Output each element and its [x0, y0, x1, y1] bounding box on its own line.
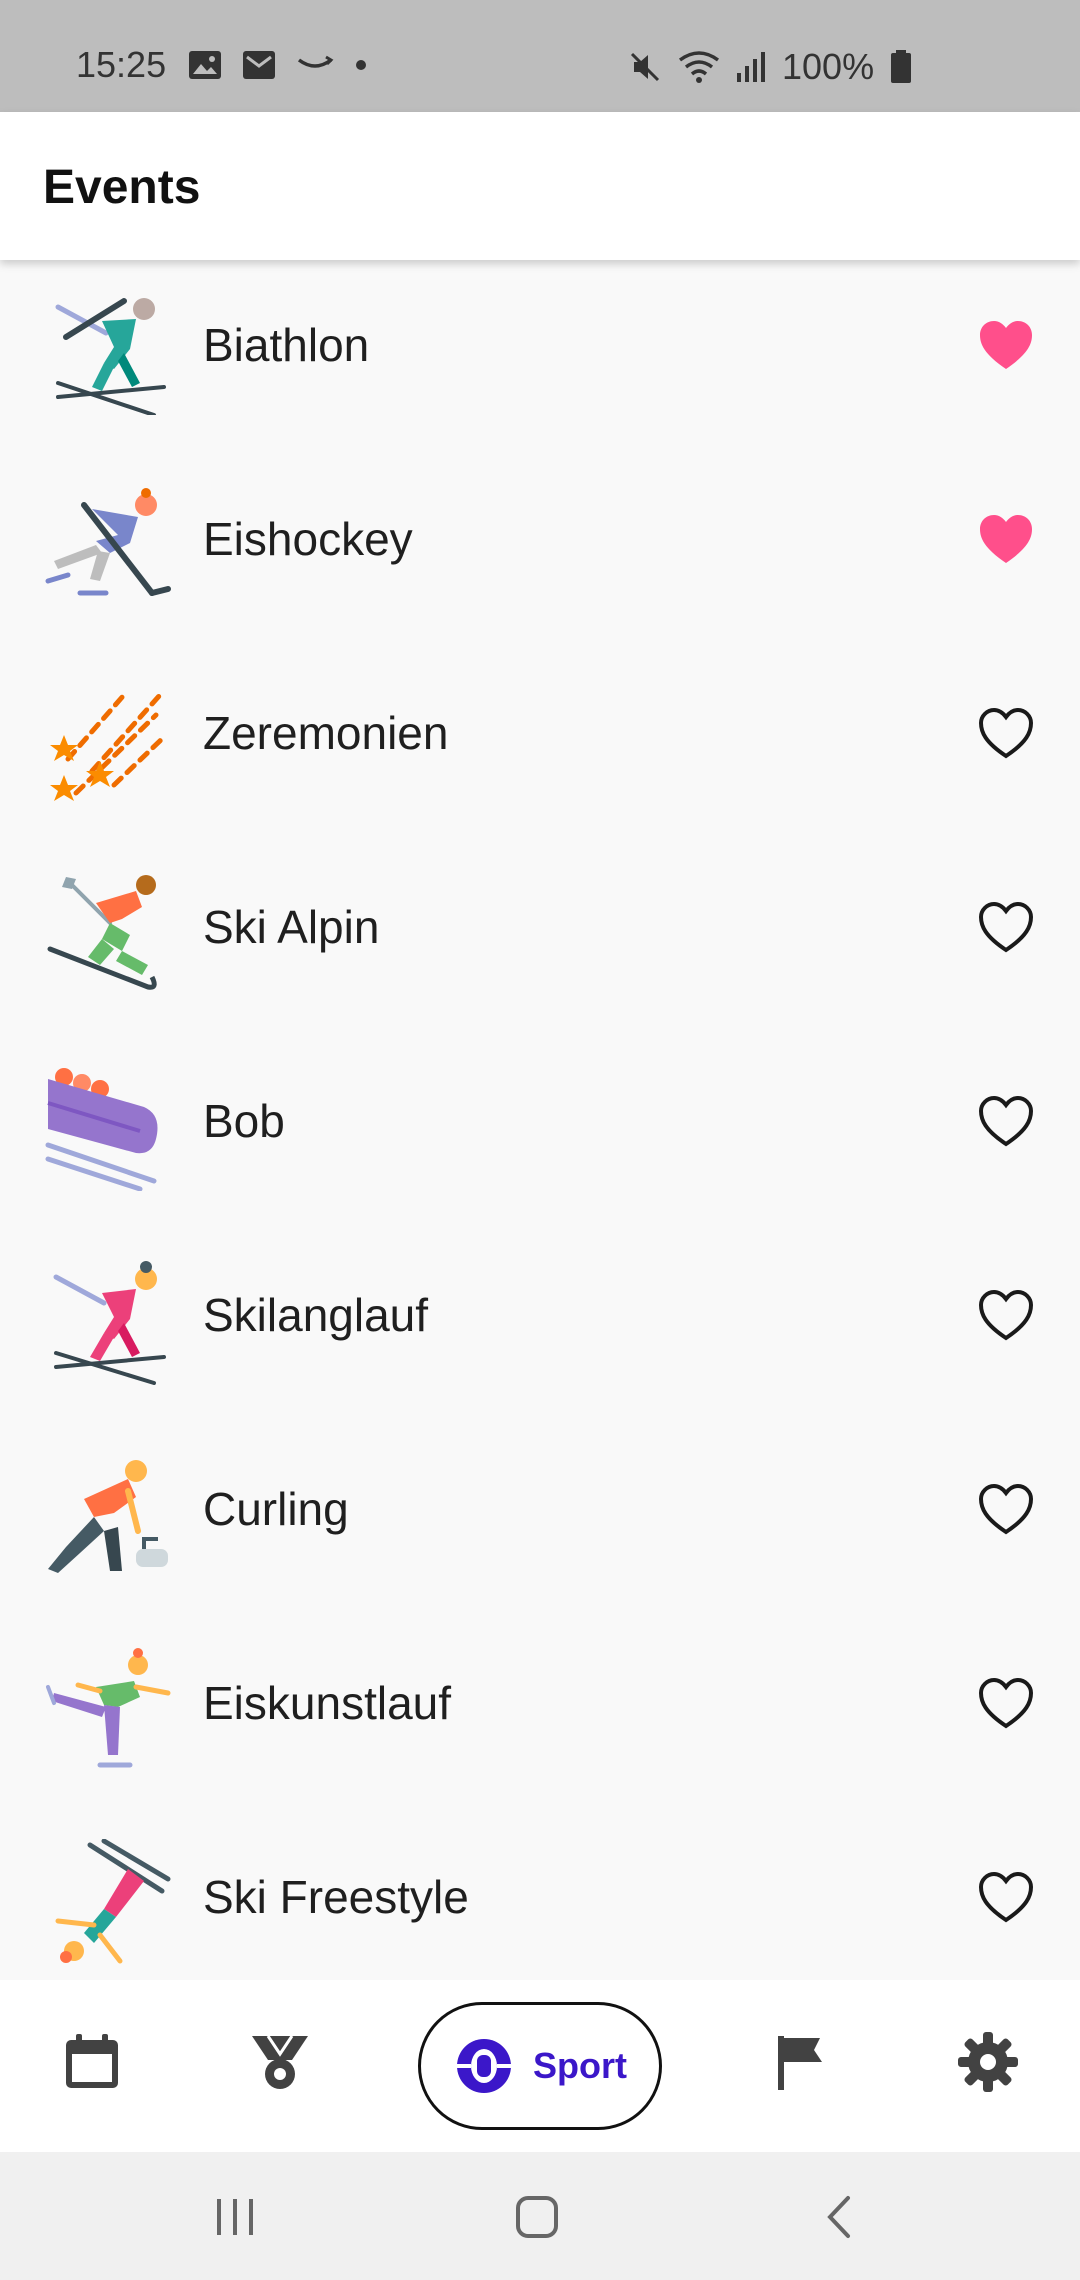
favorite-heart-outline-icon[interactable] [976, 1674, 1036, 1734]
nav-medals-button[interactable] [240, 2022, 320, 2102]
event-label: Eishockey [203, 513, 413, 565]
biathlon-icon [55, 298, 166, 415]
favorite-heart-outline-icon[interactable] [976, 898, 1036, 958]
list-item-ski-freestyle[interactable]: Ski Freestyle [0, 1812, 1080, 1980]
status-bar: 15:25 100% [0, 0, 1080, 112]
home-icon [516, 2196, 558, 2238]
back-button[interactable] [800, 2182, 880, 2252]
image-icon [189, 51, 221, 79]
list-item-eishockey[interactable]: Eishockey [0, 454, 1080, 648]
page-title: Events [43, 161, 201, 214]
wifi-icon [678, 51, 720, 83]
medal-icon [252, 2035, 308, 2089]
favorite-heart-outline-icon[interactable] [976, 1480, 1036, 1540]
battery-icon [891, 50, 912, 83]
ceremony-icon [50, 692, 167, 801]
list-item-curling[interactable]: Curling [0, 1424, 1080, 1618]
favorite-heart-outline-icon[interactable] [976, 1286, 1036, 1346]
nav-calendar-button[interactable] [52, 2022, 132, 2102]
event-label: Bob [203, 1095, 285, 1147]
battery-percent: 100% [782, 46, 875, 87]
events-list[interactable]: Biathlon Eishockey Zeremonien Ski Alpin … [0, 260, 1080, 1980]
home-button[interactable] [497, 2182, 577, 2252]
ice-hockey-icon [45, 488, 171, 596]
favorite-heart-outline-icon[interactable] [976, 1868, 1036, 1928]
alpine-ski-icon [47, 875, 157, 990]
cross-country-ski-icon [53, 1261, 166, 1385]
curling-icon [48, 1460, 168, 1573]
settings-icon [958, 2032, 1018, 2092]
nav-sport-button[interactable]: Sport [418, 2002, 662, 2130]
back-icon [827, 2196, 850, 2238]
list-item-eiskunstlauf[interactable]: Eiskunstlauf [0, 1618, 1080, 1812]
figure-skating-icon [46, 1648, 171, 1768]
bottom-navigation: Sport [0, 1980, 1080, 2152]
event-label: Curling [203, 1483, 349, 1535]
event-label: Eiskunstlauf [203, 1677, 452, 1729]
favorite-heart-outline-icon[interactable] [976, 1092, 1036, 1152]
event-label: Skilanglauf [203, 1289, 429, 1341]
event-label: Ski Alpin [203, 901, 380, 953]
nav-countries-button[interactable] [760, 2022, 840, 2102]
signal-icon [737, 52, 765, 82]
app-bar: Events [0, 112, 1080, 260]
mute-icon [630, 52, 660, 82]
bobsleigh-icon [45, 1068, 158, 1191]
sport-icon [457, 2039, 511, 2093]
system-navigation-bar [0, 2152, 1080, 2280]
mail-icon [243, 51, 275, 79]
flag-icon [778, 2036, 822, 2090]
event-label: Biathlon [203, 319, 370, 371]
list-item-skilanglauf[interactable]: Skilanglauf [0, 1230, 1080, 1424]
list-item-zeremonien[interactable]: Zeremonien [0, 648, 1080, 842]
status-time: 15:25 [76, 44, 167, 85]
recent-apps-button[interactable] [195, 2182, 275, 2252]
favorite-heart-filled-icon[interactable] [976, 316, 1036, 376]
calendar-icon [66, 2034, 118, 2088]
list-item-ski-alpin[interactable]: Ski Alpin [0, 842, 1080, 1036]
event-label: Zeremonien [203, 707, 449, 759]
list-item-bob[interactable]: Bob [0, 1036, 1080, 1230]
nav-settings-button[interactable] [948, 2022, 1028, 2102]
event-label: Ski Freestyle [203, 1871, 469, 1923]
dot-icon [356, 60, 366, 70]
list-item-biathlon[interactable]: Biathlon [0, 260, 1080, 454]
recent-apps-icon [217, 2199, 253, 2235]
freestyle-ski-icon [55, 1839, 171, 1964]
favorite-heart-outline-icon[interactable] [976, 704, 1036, 764]
favorite-heart-filled-icon[interactable] [976, 510, 1036, 570]
amazon-icon [297, 55, 334, 68]
nav-sport-label: Sport [533, 2045, 627, 2086]
